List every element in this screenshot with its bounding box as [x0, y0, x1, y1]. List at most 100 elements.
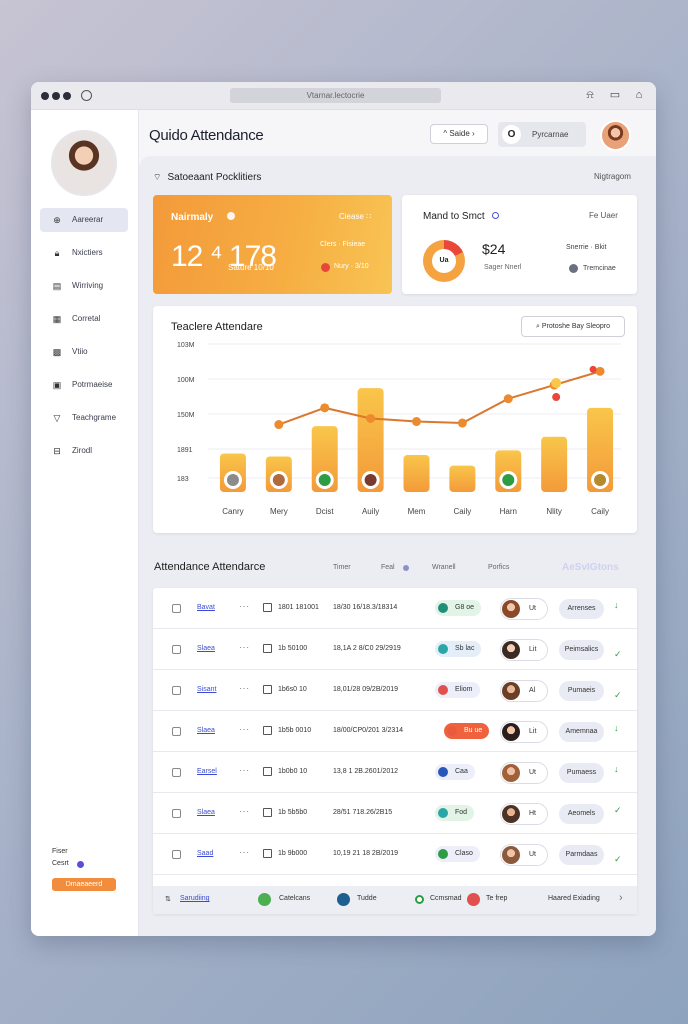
more-icon[interactable]: ···	[239, 643, 250, 652]
search-input[interactable]: O Pyrcarnae	[498, 122, 586, 147]
user-chip[interactable]: Ht	[500, 803, 548, 825]
row-checkbox[interactable]	[172, 809, 181, 818]
row-link[interactable]: Sisant	[197, 686, 216, 693]
avatar[interactable]	[51, 130, 117, 196]
more-icon[interactable]: ···	[239, 725, 250, 734]
stat-card-secondary[interactable]: Mand to Smct Fe Uaer Ua $24 Sager Nnerl …	[402, 195, 637, 294]
stat-card-link[interactable]: Ciease ∷	[339, 212, 371, 221]
status-badge[interactable]: G8 oe	[435, 600, 482, 616]
row-checkbox[interactable]	[172, 604, 181, 613]
row-time: 1b 9b000	[278, 850, 308, 857]
row-link[interactable]: Slaea	[197, 809, 215, 816]
footer-sort-icon[interactable]: ⇅	[165, 895, 171, 903]
user-chip-label: Ht	[529, 810, 536, 817]
stat-card-primary[interactable]: Nairmaly Ciease ∷ 12 ⁴ 178 Sature 10/10 …	[153, 195, 392, 294]
user-chip[interactable]: Al	[500, 680, 548, 702]
sidebar-item-wirriving[interactable]: ▤ Wirriving	[40, 274, 128, 298]
user-avatar[interactable]	[600, 120, 631, 151]
row-action-button[interactable]: Peimsalics	[559, 640, 604, 660]
sidebar-item-label: Potrmaeise	[72, 380, 113, 389]
stat-card-link[interactable]: Fe Uaer	[589, 211, 618, 220]
user-chip[interactable]: Ut	[500, 844, 548, 866]
table-row[interactable]: Saad ··· 1b 9b000 10,19 21 18 2B/2019 Claso U…	[153, 834, 637, 875]
row-action-button[interactable]: Arrenses	[559, 599, 604, 619]
chevron-right-icon[interactable]: ›	[619, 892, 623, 904]
sidebar-item-aareerar[interactable]: ⊕ Aareerar	[40, 208, 128, 232]
window-dot-icon[interactable]	[41, 92, 49, 100]
sidebar-item-potrmaeise[interactable]: ▣ Potrmaeise	[40, 373, 128, 397]
table-row[interactable]: Slaea ··· 1b 5b5b0 28/51 718.26/2B15 Fod Ht Ae…	[153, 793, 637, 834]
column-header[interactable]: Porfics	[488, 564, 509, 571]
status-badge[interactable]: Caa	[435, 764, 475, 780]
more-icon[interactable]: ···	[239, 848, 250, 857]
status-badge[interactable]: Eliom	[435, 682, 480, 698]
table-row[interactable]: Bavat ··· 1801 181001 18/30 16/18.3/18314 G8…	[153, 588, 637, 629]
table-actions-link[interactable]: AeSvIGtons	[562, 562, 619, 573]
row-action-button[interactable]: Pumaess	[559, 763, 604, 783]
row-checkbox[interactable]	[172, 850, 181, 859]
row-action-button[interactable]: Amemnaa	[559, 722, 604, 742]
column-header[interactable]: Feal	[381, 564, 395, 571]
user-chip-label: Ut	[529, 851, 536, 858]
window-icon[interactable]: ▭	[609, 89, 621, 101]
row-link[interactable]: Saad	[197, 850, 213, 857]
user-chip-label: Lit	[529, 728, 537, 735]
user-icon[interactable]: ⍾	[584, 89, 596, 101]
row-checkbox[interactable]	[172, 727, 181, 736]
row-link[interactable]: Slaea	[197, 727, 215, 734]
row-checkbox[interactable]	[172, 645, 181, 654]
arrow-down-icon: ↓	[614, 723, 619, 733]
sidebar-item-nxictiers[interactable]: 🔒︎ Nxictiers	[40, 241, 128, 265]
status-badge[interactable]: Sb lac	[435, 641, 482, 657]
status-badge[interactable]: Fod	[435, 805, 475, 821]
row-link[interactable]: Earsel	[197, 768, 217, 775]
sort-icon[interactable]	[403, 565, 409, 571]
profile-icon[interactable]: ⌂	[633, 89, 645, 101]
url-bar[interactable]: Vtarnar.lectocrie	[230, 88, 441, 103]
row-action-button[interactable]: Aeomels	[559, 804, 604, 824]
more-icon[interactable]: ···	[239, 684, 250, 693]
row-action-button[interactable]: Pumaeis	[559, 681, 604, 701]
sidebar-item-vtiio[interactable]: ▩ Vtiio	[40, 340, 128, 364]
app-window: Vtarnar.lectocrie ⍾ ▭ ⌂ ⊕ Aareerar 🔒︎ Nx…	[31, 82, 656, 936]
table-row[interactable]: Earsel ··· 1b0b0 10 13,8 1 2B.2601/2012 Caa U…	[153, 752, 637, 793]
reload-icon[interactable]	[81, 90, 92, 101]
footer-item[interactable]: Tudde	[357, 895, 377, 902]
more-icon[interactable]: ···	[239, 766, 250, 775]
status-badge[interactable]: Bu ue	[444, 723, 490, 739]
y-tick-label: 183	[177, 476, 189, 483]
more-icon[interactable]: ···	[239, 602, 250, 611]
row-range: 18,01/28 09/2B/2019	[333, 686, 399, 693]
page-title: Quido Attendance	[149, 127, 264, 144]
more-icon[interactable]: ···	[239, 807, 250, 816]
column-header[interactable]: Wranell	[432, 564, 456, 571]
row-link[interactable]: Slaea	[197, 645, 215, 652]
sidebar-footer-button[interactable]: Dmaeaeerd	[52, 878, 116, 891]
table-row[interactable]: Sisant ··· 1b6s0 10 18,01/28 09/2B/2019 Elio…	[153, 670, 637, 711]
row-range: 18/30 16/18.3/18314	[333, 604, 398, 611]
sidebar-item-zirodl[interactable]: ⊟ Zirodl	[40, 439, 128, 463]
row-checkbox[interactable]	[172, 768, 181, 777]
section-link[interactable]: Nigtragom	[594, 172, 631, 181]
user-chip[interactable]: Ut	[500, 762, 548, 784]
header-button[interactable]: ^ Saide ›	[430, 124, 488, 144]
footer-item[interactable]: Te frep	[486, 895, 507, 902]
table-row[interactable]: Slaea ··· 1b 50100 18,1A 2 8/C0 29/2919 Sb l…	[153, 629, 637, 670]
column-header[interactable]: Timer	[333, 564, 351, 571]
row-checkbox[interactable]	[172, 686, 181, 695]
footer-item[interactable]: Catelcans	[279, 895, 310, 902]
footer-item[interactable]: Haared Exiading	[548, 895, 600, 902]
user-chip[interactable]: Ut	[500, 598, 548, 620]
status-badge[interactable]: Claso	[435, 846, 480, 862]
sidebar-item-teachgrame[interactable]: ▽ Teachgrame	[40, 406, 128, 430]
footer-link[interactable]: Sarudiing	[180, 895, 210, 902]
row-action-button[interactable]: Parmdaas	[559, 845, 604, 865]
window-dot-icon[interactable]	[63, 92, 71, 100]
footer-item[interactable]: Ccmsmad	[430, 895, 462, 902]
sidebar-item-corretal[interactable]: ▦ Corretal	[40, 307, 128, 331]
window-dot-icon[interactable]	[52, 92, 60, 100]
row-link[interactable]: Bavat	[197, 604, 215, 611]
user-chip[interactable]: Lit	[500, 639, 548, 661]
user-chip[interactable]: Lit	[500, 721, 548, 743]
table-row[interactable]: Slaea ··· 1b5b 0010 18/00/CP0/201 3/2314 Bu …	[153, 711, 637, 752]
